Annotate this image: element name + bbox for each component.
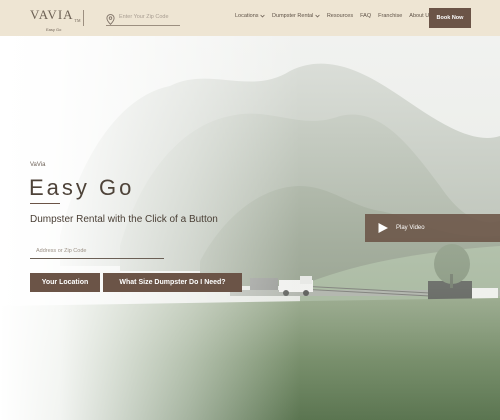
nav-resources[interactable]: Resources	[327, 13, 353, 19]
zip-code-input[interactable]	[119, 14, 181, 20]
nav-locations-label: Locations	[235, 13, 259, 19]
title-underline	[30, 203, 60, 204]
your-location-button[interactable]: Your Location	[30, 273, 100, 292]
play-video-label: Play Video	[396, 225, 425, 231]
hero-title: Easy Go	[29, 175, 135, 200]
nav-locations[interactable]: Locations	[235, 13, 265, 19]
chevron-down-icon	[260, 14, 265, 18]
main-nav: Locations Dumpster Rental Resources FAQ …	[235, 13, 439, 19]
address-input[interactable]	[36, 242, 166, 260]
nav-faq-label: FAQ	[360, 13, 372, 19]
header-divider	[83, 10, 84, 26]
book-now-button[interactable]: Book Now	[429, 8, 471, 28]
chevron-down-icon	[315, 14, 320, 18]
address-field	[30, 239, 166, 260]
nav-franchise[interactable]: Franchise	[378, 13, 402, 19]
nav-faq[interactable]: FAQ	[360, 13, 371, 19]
vavia-logo[interactable]: VAVIA TM Easy Go	[30, 7, 81, 32]
nav-dumpster-rental-label: Dumpster Rental	[272, 13, 314, 19]
logo-wordmark: VAVIA TM	[30, 7, 81, 27]
location-pin-icon	[106, 12, 115, 25]
logo-tagline: Easy Go	[46, 27, 62, 32]
play-video-button[interactable]: Play Video	[365, 214, 500, 242]
nav-resources-label: Resources	[326, 13, 354, 19]
hero-section: VaVia Easy Go Dumpster Rental with the C…	[0, 36, 500, 420]
site-header: VAVIA TM Easy Go Locations Dumpster Rent…	[0, 0, 500, 36]
hero-eyebrow: VaVia	[30, 162, 46, 168]
logo-trademark: TM	[74, 18, 81, 23]
zip-search	[106, 9, 181, 26]
dumpster-size-button[interactable]: What Size Dumpster Do I Need?	[103, 273, 242, 292]
nav-franchise-label: Franchise	[378, 13, 403, 19]
logo-text: VAVIA	[30, 7, 74, 22]
play-icon	[378, 223, 388, 233]
nav-dumpster-rental[interactable]: Dumpster Rental	[272, 13, 320, 19]
hero-subtitle: Dumpster Rental with the Click of a Butt…	[30, 214, 218, 225]
